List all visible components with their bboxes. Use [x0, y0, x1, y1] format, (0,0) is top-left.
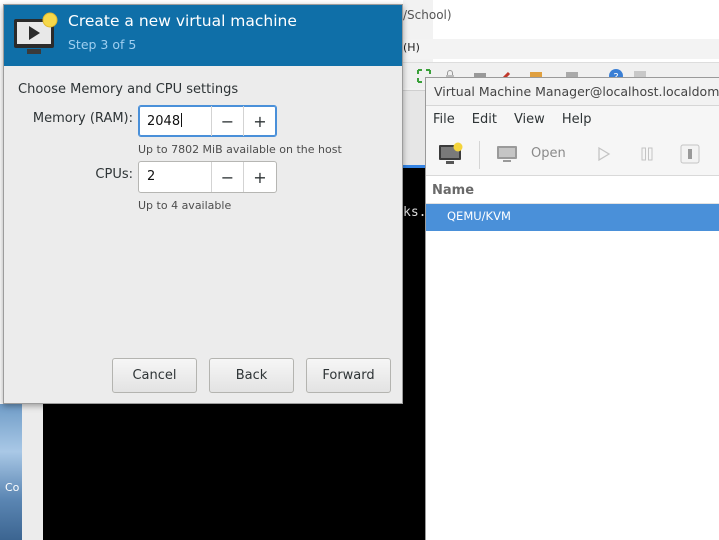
- toolbar-separator: [479, 141, 480, 169]
- memory-stepper[interactable]: 2048 − +: [138, 105, 277, 137]
- play-icon[interactable]: [597, 147, 611, 161]
- text-cursor: [181, 113, 183, 127]
- cpus-hint: Up to 4 available: [138, 199, 232, 212]
- background-menu-fragment[interactable]: (H): [403, 41, 420, 54]
- cpus-decrement-button[interactable]: −: [212, 162, 244, 192]
- background-gap: [22, 404, 43, 540]
- memory-label: Memory (RAM):: [32, 111, 133, 126]
- wizard-title: Create a new virtual machine: [68, 12, 297, 30]
- memory-input[interactable]: 2048: [139, 106, 212, 136]
- section-heading: Choose Memory and CPU settings: [18, 82, 239, 97]
- menu-file[interactable]: File: [433, 112, 455, 127]
- pause-icon[interactable]: [640, 147, 654, 161]
- menu-edit[interactable]: Edit: [472, 112, 497, 127]
- connection-row[interactable]: QEMU/KVM: [426, 204, 719, 231]
- wallpaper-text: Co: [5, 481, 20, 494]
- open-button[interactable]: Open: [531, 146, 566, 161]
- menubar: File Edit View Help: [426, 106, 719, 132]
- menu-view[interactable]: View: [514, 112, 545, 127]
- power-icon[interactable]: [680, 144, 700, 164]
- memory-value: 2048: [147, 114, 181, 129]
- memory-decrement-button[interactable]: −: [212, 106, 244, 136]
- new-vm-icon: [14, 12, 58, 54]
- column-header-name[interactable]: Name: [426, 176, 719, 204]
- wizard-header: Create a new virtual machine Step 3 of 5: [4, 5, 402, 66]
- back-button[interactable]: Back: [209, 358, 294, 393]
- cpus-value: 2: [147, 169, 156, 184]
- window-title: Virtual Machine Manager@localhost.locald…: [426, 78, 719, 106]
- wizard-step: Step 3 of 5: [68, 37, 137, 52]
- new-vm-wizard-dialog: Create a new virtual machine Step 3 of 5…: [3, 4, 403, 404]
- monitor-icon[interactable]: [496, 145, 518, 163]
- toolbar: Open: [426, 132, 719, 176]
- cpus-input[interactable]: 2: [139, 162, 212, 192]
- terminal-text: ks.: [403, 205, 427, 220]
- cpus-stepper[interactable]: 2 − +: [138, 161, 277, 193]
- menu-help[interactable]: Help: [562, 112, 592, 127]
- virt-manager-window: Virtual Machine Manager@localhost.locald…: [425, 77, 719, 540]
- background-tab-strip: [403, 90, 425, 168]
- desktop-wallpaper-strip: Co: [0, 404, 22, 540]
- background-window-menubar: (H): [403, 39, 719, 59]
- memory-increment-button[interactable]: +: [244, 106, 276, 136]
- cancel-button[interactable]: Cancel: [112, 358, 197, 393]
- background-window-title: /School): [403, 8, 452, 22]
- memory-hint: Up to 7802 MiB available on the host: [138, 143, 342, 156]
- forward-button[interactable]: Forward: [306, 358, 391, 393]
- cpus-increment-button[interactable]: +: [244, 162, 276, 192]
- new-vm-icon[interactable]: [438, 142, 464, 166]
- cpus-label: CPUs:: [95, 167, 133, 182]
